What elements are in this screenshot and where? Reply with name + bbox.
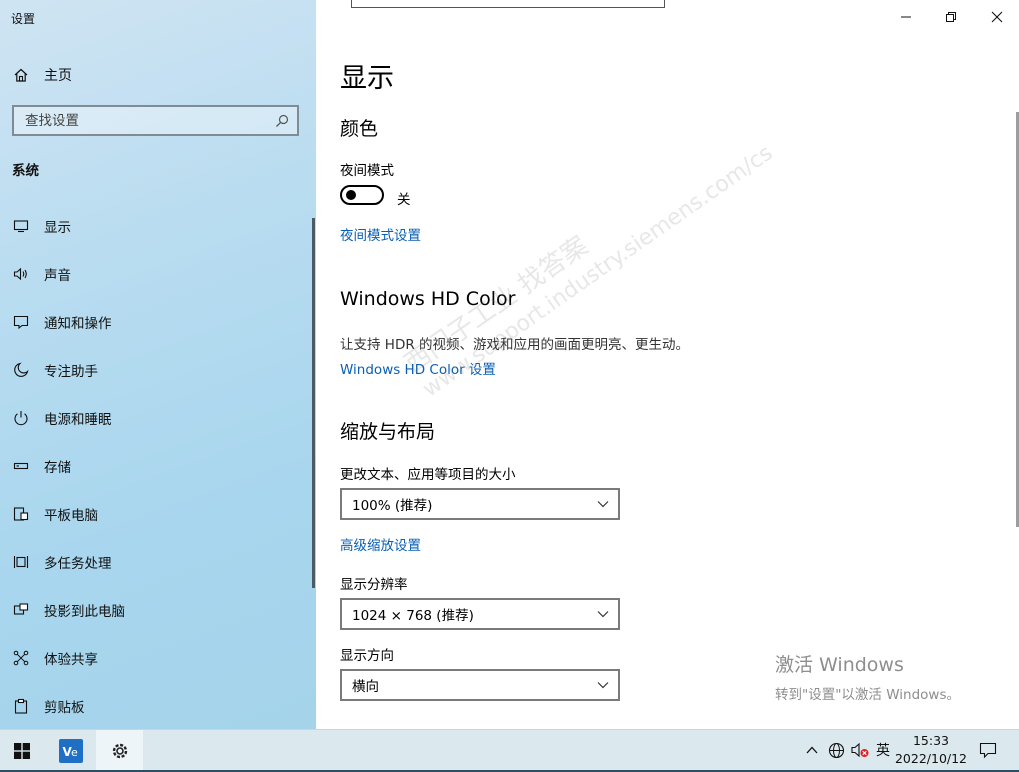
taskbar-app-settings[interactable] [96,730,143,772]
notification-icon [12,313,30,331]
show-hidden-icons-button[interactable] [803,740,821,760]
hdr-settings-link[interactable]: Windows HD Color 设置 [340,358,496,378]
power-icon [12,409,30,427]
color-section-heading: 颜色 [340,118,379,140]
hdr-section-heading: Windows HD Color [340,288,516,310]
close-icon [991,11,1003,23]
windows-logo-icon [14,742,30,759]
home-icon [12,66,30,84]
activate-windows-notice: 激活 Windows 转到"设置"以激活 Windows。 [775,650,960,703]
search-box[interactable] [12,105,299,136]
chevron-down-icon [597,501,609,508]
action-center-icon [979,742,997,758]
chevron-down-icon [597,682,609,689]
night-mode-toggle[interactable] [340,185,384,205]
chevron-up-icon [806,746,818,754]
sidebar: 设置 主页 系统 显示 声音 通知和操作 [0,0,316,729]
sidebar-item-label: 平板电脑 [44,508,98,524]
home-label: 主页 [44,68,72,84]
volume-button[interactable] [850,740,872,760]
monitor-icon [12,217,30,235]
orientation-value: 横向 [352,679,379,695]
orientation-dropdown[interactable]: 横向 [340,669,620,701]
start-button[interactable] [0,730,44,771]
sidebar-nav: 显示 声音 通知和操作 专注助手 电源和睡眠 存储 平板电脑 多任务处理 投影到… [0,202,316,730]
storage-icon [12,457,30,475]
scale-section-heading: 缩放与布局 [340,421,436,443]
sidebar-item-label: 体验共享 [44,652,98,668]
clock-time: 15:33 [912,733,950,748]
sidebar-item-focus-assist[interactable]: 专注助手 [0,346,316,394]
sidebar-item-label: 投影到此电脑 [44,604,125,620]
sidebar-scrollbar[interactable] [312,218,315,588]
project-icon [12,601,30,619]
sidebar-item-label: 通知和操作 [44,316,112,332]
moon-icon [12,361,30,379]
taskbar: Ve 英 15:33 2022/10/12 [0,729,1019,772]
search-input[interactable] [14,107,254,134]
sidebar-item-label: 显示 [44,220,71,236]
sidebar-item-clipboard[interactable]: 剪贴板 [0,682,316,730]
restore-icon [946,12,956,22]
multitask-icon [12,553,30,571]
globe-icon [828,742,844,758]
resolution-value: 1024 × 768 (推荐) [352,608,474,624]
sidebar-item-notifications[interactable]: 通知和操作 [0,298,316,346]
input-method-indicator[interactable]: 英 [873,740,893,760]
advanced-scaling-link[interactable]: 高级缩放设置 [340,534,421,554]
night-mode-settings-link[interactable]: 夜间模式设置 [340,224,421,244]
activate-title: 激活 Windows [775,654,904,676]
home-nav[interactable]: 主页 [12,64,72,86]
clock-date: 2022/10/12 [894,751,968,766]
vnc-app-icon: Ve [59,738,83,763]
sidebar-item-sound[interactable]: 声音 [0,250,316,298]
scale-dropdown[interactable]: 100% (推荐) [340,488,620,520]
gear-icon [112,743,127,758]
minimize-icon [901,16,911,18]
app-title: 设置 [11,12,36,26]
sidebar-item-label: 电源和睡眠 [44,412,112,428]
page-title: 显示 [340,63,394,94]
network-button[interactable] [826,740,846,760]
search-icon[interactable] [275,113,289,127]
restore-button[interactable] [940,6,962,28]
sidebar-item-project[interactable]: 投影到此电脑 [0,586,316,634]
sidebar-item-storage[interactable]: 存储 [0,442,316,490]
orientation-label: 显示方向 [340,648,394,664]
sidebar-item-shared-experiences[interactable]: 体验共享 [0,634,316,682]
sidebar-item-label: 剪贴板 [44,700,85,716]
speaker-muted-icon [851,742,869,757]
sidebar-item-display[interactable]: 显示 [0,202,316,250]
toggle-knob [346,190,356,200]
sidebar-item-power[interactable]: 电源和睡眠 [0,394,316,442]
night-mode-label: 夜间模式 [340,163,394,179]
sidebar-item-label: 专注助手 [44,364,98,380]
tablet-icon [12,505,30,523]
night-mode-state: 关 [397,192,411,208]
resolution-dropdown[interactable]: 1024 × 768 (推荐) [340,598,620,630]
speaker-icon [12,265,30,283]
hdr-description: 让支持 HDR 的视频、游戏和应用的画面更明亮、更生动。 [340,337,690,353]
sidebar-item-tablet[interactable]: 平板电脑 [0,490,316,538]
sidebar-item-label: 多任务处理 [44,556,112,572]
svg-text:e: e [71,746,78,759]
scale-label: 更改文本、应用等项目的大小 [340,467,516,483]
sidebar-item-multitasking[interactable]: 多任务处理 [0,538,316,586]
scale-value: 100% (推荐) [352,498,433,514]
section-label: 系统 [12,163,39,179]
sidebar-item-label: 存储 [44,460,71,476]
activate-subtitle: 转到"设置"以激活 Windows。 [775,687,960,703]
action-center-button[interactable] [977,740,999,760]
clock[interactable]: 15:33 2022/10/12 [893,732,969,768]
main-content: 显示 颜色 夜间模式 关 夜间模式设置 Windows HD Color 让支持… [316,0,1019,729]
share-icon [12,649,30,667]
clipboard-icon [12,697,30,715]
taskbar-app-vc[interactable]: Ve [48,730,94,771]
sidebar-item-label: 声音 [44,268,71,284]
chevron-down-icon [597,611,609,618]
minimize-button[interactable] [895,6,917,28]
resolution-label: 显示分辨率 [340,577,408,593]
overlapping-window-edge [351,0,665,8]
close-button[interactable] [986,6,1008,28]
